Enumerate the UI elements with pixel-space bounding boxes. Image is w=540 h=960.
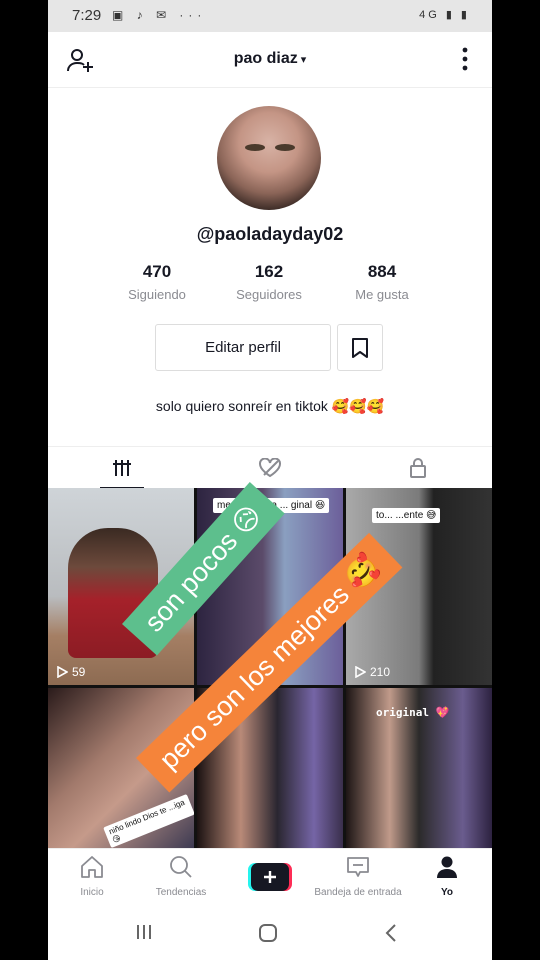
profile-header: pao diaz ▾ [48,32,492,88]
nav-profile[interactable]: Yo [403,855,491,898]
bookmark-icon [352,337,368,358]
nav-inbox[interactable]: Bandeja de entrada [314,855,402,898]
lock-icon [410,458,426,478]
status-time: 7:29 [72,7,102,24]
profile-username: @paoladayday02 [196,224,344,244]
avatar-detail [245,144,265,151]
account-switcher[interactable]: pao diaz ▾ [48,50,492,68]
stat-value: 162 [254,262,284,281]
edit-profile-button[interactable]: Editar perfil [155,324,331,371]
signal-battery-icons: 4G ▮ ▮ [419,9,470,21]
recent-apps-icon[interactable] [134,924,154,940]
video-thumbnail[interactable]: original 💖 [346,688,492,848]
stat-label: Seguidores [236,287,302,302]
nav-discover[interactable]: Tendencias [137,855,225,898]
stat-following[interactable]: 470 Siguiendo [107,262,207,302]
create-button[interactable] [248,863,292,891]
view-count: 59 [56,665,85,679]
phone-screen: 7:29 ▣ ♪ ✉ ··· 4G ▮ ▮ pao diaz ▾ @paolada… [48,0,492,960]
view-count-value: 59 [72,665,86,679]
stat-likes[interactable]: 884 Me gusta [332,262,432,302]
system-navigation-bar [48,904,492,960]
stat-value: 470 [142,262,172,281]
page-title: pao diaz [233,50,298,67]
notification-icons: ▣ ♪ ✉ ··· [112,8,207,22]
more-options-icon[interactable] [460,46,470,72]
video-caption: original 💖 [376,706,450,719]
nav-label: Tendencias [155,887,207,898]
nav-label: Bandeja de entrada [314,887,402,898]
stat-label: Siguiendo [128,287,186,302]
view-count: 210 [354,665,390,679]
stat-followers[interactable]: 162 Seguidores [219,262,319,302]
view-count-value: 210 [370,665,391,679]
hidden-heart-icon [259,458,281,478]
avatar[interactable] [217,106,321,210]
search-icon [170,856,192,878]
profile-bio: solo quiero sonreír en tiktok 🥰🥰🥰 [155,398,385,414]
play-icon [57,666,68,678]
favorites-button[interactable] [337,324,383,371]
bottom-navigation: Inicio Tendencias Bandeja de entrada Yo [48,848,492,904]
stat-value: 884 [367,262,397,281]
video-caption: to... ...ente 😅 [372,508,441,523]
inbox-icon [347,857,369,877]
person-icon [437,856,457,878]
grid-icon [113,460,131,476]
home-icon [81,856,103,878]
stat-label: Me gusta [355,287,409,302]
avatar-detail [275,144,295,151]
home-button-icon[interactable] [258,924,278,942]
nav-label: Inicio [80,887,104,898]
status-bar: 7:29 ▣ ♪ ✉ ··· 4G ▮ ▮ [48,0,492,32]
profile-tabs [48,446,492,489]
play-icon [355,666,366,678]
nav-home[interactable]: Inicio [48,855,136,898]
chevron-down-icon: ▾ [300,54,307,66]
back-icon[interactable] [384,924,398,942]
nav-label: Yo [440,887,454,898]
tab-liked[interactable] [196,447,344,489]
tab-private[interactable] [344,447,492,489]
tab-videos[interactable] [48,447,196,489]
video-caption: niño lindo Dios te ...iga 😘 [103,793,194,848]
